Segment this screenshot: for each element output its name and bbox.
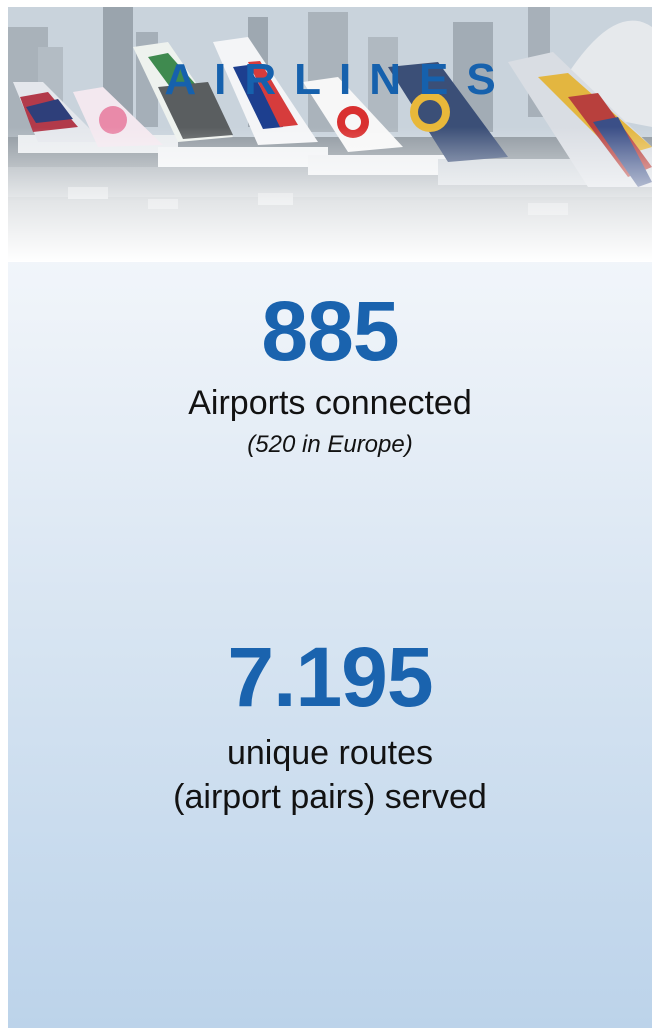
airlines-infographic-card: AIRLINES 885 Airports connected (520 in … xyxy=(8,7,652,1028)
airports-europe-note: (520 in Europe) xyxy=(247,431,413,458)
airports-count: 885 xyxy=(261,284,399,378)
routes-count: 7.195 xyxy=(227,630,433,724)
routes-label-line1: unique routes xyxy=(226,734,434,772)
airports-label: Airports connected xyxy=(188,384,472,422)
hero-fade-overlay xyxy=(8,127,652,262)
routes-label-line2: (airport pairs) served xyxy=(173,778,487,816)
page-title: AIRLINES xyxy=(164,55,514,104)
airline-tails-photo xyxy=(8,7,652,262)
